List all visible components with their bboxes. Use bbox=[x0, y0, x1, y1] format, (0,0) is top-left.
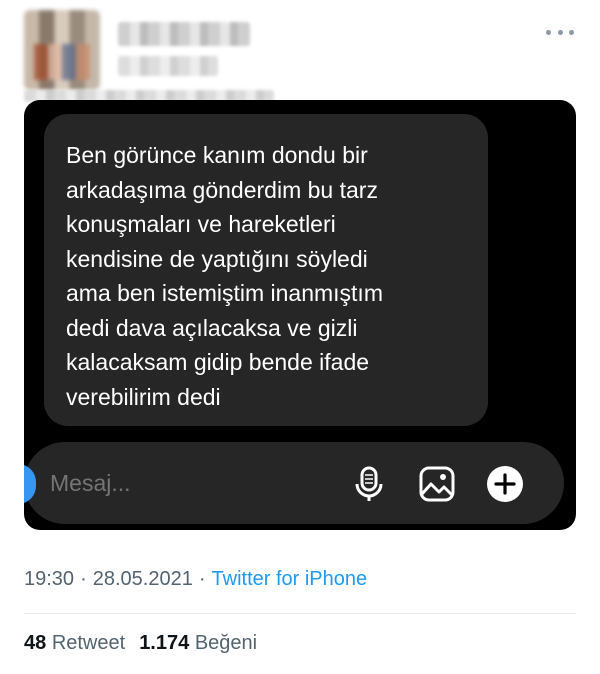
meta-separator: · bbox=[198, 568, 206, 590]
tweet-stats: 48 Retweet 1.174 Beğeni bbox=[24, 632, 257, 655]
image-icon[interactable] bbox=[418, 465, 456, 503]
tweet: Ben görünce kanım dondu bir arkadaşıma g… bbox=[0, 0, 600, 674]
avatar-blurred[interactable] bbox=[24, 10, 100, 90]
message-composer bbox=[24, 442, 564, 524]
like-label[interactable]: Beğeni bbox=[195, 632, 257, 654]
camera-button[interactable] bbox=[24, 464, 36, 504]
microphone-icon[interactable] bbox=[350, 465, 388, 503]
tweet-metadata: 19:30 · 28.05.2021 · Twitter for iPhone bbox=[24, 568, 367, 591]
retweet-count[interactable]: 48 bbox=[24, 632, 46, 654]
tweet-date[interactable]: 28.05.2021 bbox=[93, 568, 193, 590]
plus-circle-icon[interactable] bbox=[486, 465, 524, 503]
display-name-blurred[interactable] bbox=[118, 22, 250, 46]
attached-screenshot[interactable]: Ben görünce kanım dondu bir arkadaşıma g… bbox=[24, 100, 576, 530]
like-count[interactable]: 1.174 bbox=[139, 632, 189, 654]
message-input[interactable] bbox=[50, 469, 350, 497]
tweet-source-link[interactable]: Twitter for iPhone bbox=[212, 568, 368, 590]
divider bbox=[24, 613, 576, 614]
retweet-label[interactable]: Retweet bbox=[52, 632, 125, 654]
message-bubble: Ben görünce kanım dondu bir arkadaşıma g… bbox=[44, 114, 488, 426]
username-blurred[interactable] bbox=[118, 56, 218, 76]
meta-separator: · bbox=[80, 568, 87, 590]
tweet-time[interactable]: 19:30 bbox=[24, 568, 74, 590]
more-options-icon[interactable] bbox=[546, 26, 574, 38]
